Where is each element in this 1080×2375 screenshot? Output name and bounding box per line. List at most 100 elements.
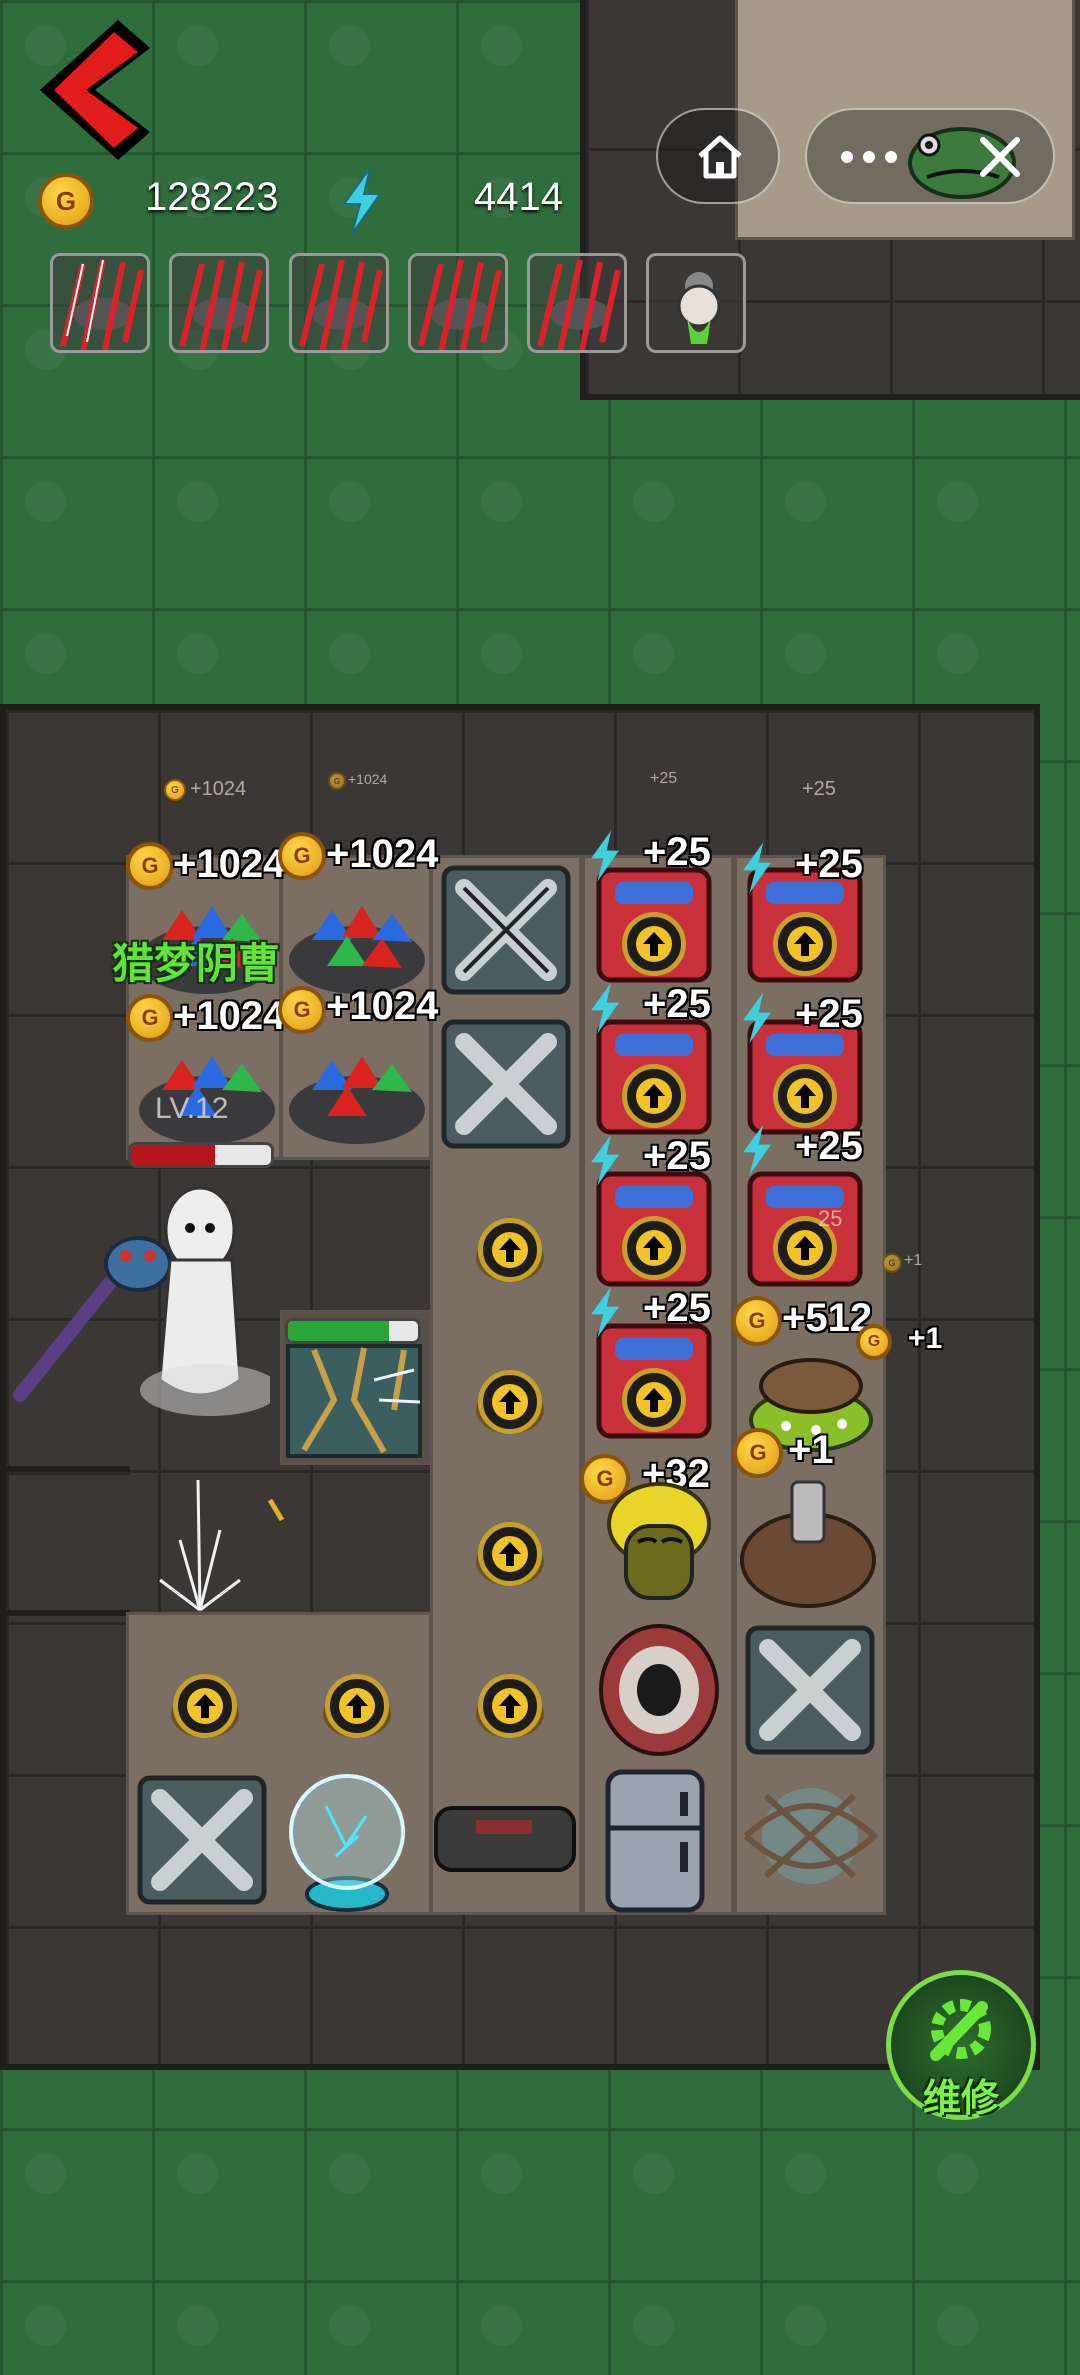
turret[interactable] — [165, 1652, 245, 1742]
upgrade-button[interactable] — [325, 1674, 389, 1738]
broken-door[interactable] — [284, 1340, 424, 1460]
home-capsule[interactable] — [656, 108, 780, 204]
skill-slot-claw[interactable] — [527, 253, 627, 353]
yellow-hair-creature[interactable] — [596, 1476, 722, 1606]
claw-slash-icon — [179, 259, 263, 350]
menu-capsule — [805, 108, 1055, 204]
gold-coin-icon: G — [278, 986, 326, 1034]
energy-gain-label: +25 — [643, 1286, 711, 1330]
upgrade-button[interactable] — [478, 1522, 542, 1586]
gem-pile[interactable] — [132, 1030, 282, 1150]
skill-slot-claw[interactable] — [289, 253, 389, 353]
refrigerator[interactable] — [600, 1768, 710, 1914]
repair-label: 维修 — [922, 2078, 999, 2120]
gold-gain-label: +1024 — [173, 842, 286, 886]
spark-effect — [159, 1479, 285, 1612]
stone-ring-device[interactable] — [596, 1618, 722, 1758]
up-arrow-icon — [643, 1084, 665, 1108]
up-arrow-icon — [499, 1390, 521, 1414]
game-stage: G 128223 4414 G +1024 G +1024 +25 +25 G … — [0, 0, 1080, 2375]
turret[interactable] — [470, 1500, 550, 1590]
door-progress-bar — [285, 1318, 421, 1344]
workbench-wrench-icon[interactable] — [740, 1618, 880, 1758]
energy-gain-label: +25 — [795, 992, 863, 1036]
tesla-orb[interactable] — [286, 1766, 408, 1916]
enemy-name: 猎梦阴曹 — [112, 940, 281, 987]
energy-generator[interactable] — [746, 1166, 864, 1294]
energy-bolt-icon — [591, 1286, 619, 1338]
gem-pile[interactable] — [282, 1030, 432, 1150]
skill-slot-claw[interactable] — [50, 253, 150, 353]
door-progress-fill — [288, 1321, 390, 1341]
gold-coin-icon: G — [38, 173, 94, 229]
faint-gold-label: +1 — [904, 1252, 923, 1269]
up-arrow-icon — [643, 1388, 665, 1412]
claw-slash-icon — [60, 259, 144, 350]
turret[interactable] — [470, 1196, 550, 1286]
gold-coin-icon: G — [164, 779, 186, 801]
gold-gain-label: +1 — [908, 1322, 943, 1355]
upgrade-button[interactable] — [478, 1674, 542, 1738]
repair-button[interactable]: 维修 — [886, 1970, 1036, 2120]
enemy-level: LV.12 — [155, 1092, 229, 1125]
more-icon[interactable] — [839, 150, 899, 164]
enemy-hp-fill — [131, 1145, 215, 1165]
upgrade-button[interactable] — [173, 1674, 237, 1738]
dirt-mound[interactable] — [736, 1470, 881, 1610]
upgrade-button[interactable] — [773, 1064, 837, 1128]
workbench-wrench-icon[interactable] — [436, 858, 576, 998]
up-arrow-icon — [499, 1238, 521, 1262]
workbench-wrench-icon[interactable] — [436, 1012, 576, 1152]
upgrade-button[interactable] — [478, 1218, 542, 1282]
thorn-bramble[interactable] — [736, 1766, 884, 1912]
gold-gain-label: +1024 — [326, 984, 439, 1028]
upgrade-button[interactable] — [622, 1216, 686, 1280]
energy-bolt-icon — [591, 1134, 619, 1186]
up-arrow-icon — [499, 1542, 521, 1566]
upgrade-button[interactable] — [622, 1368, 686, 1432]
gear-wrench-icon — [930, 1999, 991, 2061]
up-arrow-icon — [499, 1694, 521, 1718]
turret[interactable] — [470, 1652, 550, 1742]
energy-gain-label: +25 — [795, 842, 863, 886]
upgrade-button[interactable] — [478, 1370, 542, 1434]
energy-bolt-icon — [342, 168, 382, 234]
enemy-hp-bar — [128, 1142, 274, 1168]
faint-energy-label: 25 — [818, 1206, 843, 1231]
energy-amount: 4414 — [474, 175, 563, 219]
room-left-wing — [0, 1466, 130, 1616]
skill-slot-granny[interactable] — [646, 253, 746, 353]
gold-coin-icon: G — [278, 832, 326, 880]
gold-gain-label: +1024 — [326, 832, 439, 876]
up-arrow-icon — [794, 1084, 816, 1108]
gold-gain-label: +1024 — [173, 994, 286, 1038]
up-arrow-icon — [346, 1694, 368, 1718]
workbench-wrench-icon[interactable] — [132, 1768, 272, 1908]
gem-pile[interactable] — [282, 880, 432, 1000]
close-icon[interactable] — [975, 132, 1025, 182]
up-arrow-icon — [194, 1694, 216, 1718]
granny-ghost-icon — [677, 272, 721, 344]
turret[interactable] — [470, 1348, 550, 1438]
faint-energy-label: +25 — [802, 778, 836, 800]
energy-bolt-icon — [743, 992, 771, 1044]
upgrade-button[interactable] — [622, 912, 686, 976]
turret[interactable] — [317, 1652, 397, 1742]
skill-slot-claw[interactable] — [408, 253, 508, 353]
energy-bolt-icon — [743, 1124, 771, 1176]
energy-gain-label: +25 — [643, 830, 711, 874]
upgrade-button[interactable] — [622, 1064, 686, 1128]
skill-slot-claw[interactable] — [169, 253, 269, 353]
battery-device[interactable] — [432, 1790, 577, 1890]
energy-gain-label: +25 — [643, 982, 711, 1026]
gold-coin-icon: G — [882, 1253, 902, 1273]
faint-gold-label: +1024 — [348, 771, 388, 787]
gold-gain-label: +1 — [788, 1428, 834, 1472]
back-arrow-icon[interactable] — [40, 20, 150, 160]
gold-coin-icon: G — [126, 994, 174, 1042]
energy-gain-label: +25 — [643, 1134, 711, 1178]
energy-bolt-icon — [591, 982, 619, 1034]
home-icon[interactable] — [696, 134, 744, 180]
ghost-character — [13, 1186, 270, 1416]
upgrade-button[interactable] — [773, 912, 837, 976]
